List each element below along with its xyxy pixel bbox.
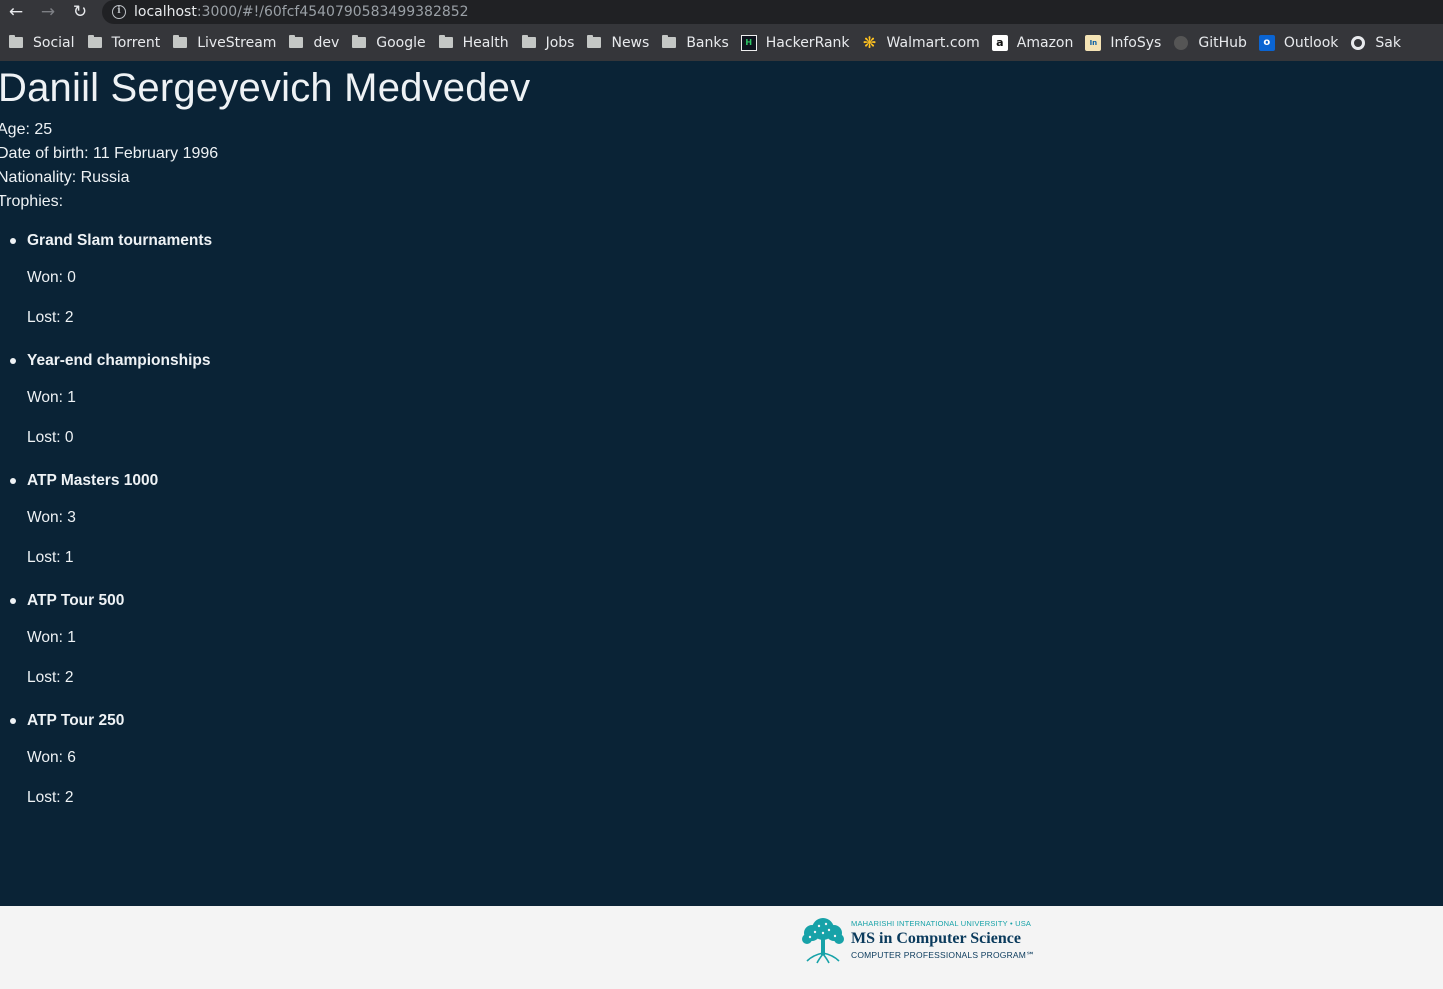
trophy-won: Won: 6 (27, 749, 76, 766)
bookmark-github[interactable]: GitHub (1173, 29, 1255, 57)
bookmark-label: LiveStream (197, 34, 277, 51)
bookmark-news[interactable]: News (586, 29, 657, 57)
bookmark-label: News (611, 34, 650, 51)
trophy-won: Won: 1 (27, 629, 76, 646)
bookmark-livestream[interactable]: LiveStream (172, 29, 284, 57)
bookmark-infosys[interactable]: In InfoSys (1085, 29, 1169, 57)
logo-subtitle: COMPUTER PROFESSIONALS PROGRAM℠ (851, 950, 1035, 960)
trophy-won: Won: 3 (27, 509, 76, 526)
folder-icon (586, 35, 602, 51)
bookmark-label: Sak (1375, 34, 1401, 51)
dob-text: Date of birth: 11 February 1996 (0, 145, 219, 162)
trophy-name: ATP Masters 1000 (27, 472, 159, 489)
tree-logo-icon (802, 918, 844, 964)
bookmark-label: Outlook (1283, 34, 1339, 51)
folder-icon (8, 35, 24, 51)
bookmark-jobs[interactable]: Jobs (521, 29, 583, 57)
reload-icon[interactable]: ↻ (64, 0, 96, 24)
url-host: localhost (134, 4, 197, 20)
hackerrank-icon: H (740, 34, 757, 51)
bookmark-social[interactable]: Social (8, 29, 83, 57)
trophy-lost: Lost: 2 (27, 669, 74, 686)
program-logo[interactable]: MAHARISHI INTERNATIONAL UNIVERSITY • USA… (799, 914, 1039, 966)
bookmarks-bar: Social Torrent LiveStream dev Google Hea… (0, 24, 1443, 61)
url-path: :3000/#!/60fcf4540790583499382852 (196, 4, 469, 20)
outlook-icon: o (1258, 34, 1275, 51)
player-detail: Daniil Sergeyevich Medvedev Age: 25 Date… (0, 61, 1443, 906)
browser-toolbar: ← → ↻ i localhost:3000/#!/60fcf454079058… (0, 0, 1443, 24)
bookmark-google[interactable]: Google (351, 29, 433, 57)
bookmark-health[interactable]: Health (438, 29, 517, 57)
bookmark-label: HackerRank (765, 34, 850, 51)
bookmark-label: dev (313, 34, 340, 51)
bookmark-label: Jobs (545, 34, 575, 51)
trophy-name: Grand Slam tournaments (27, 232, 213, 249)
nationality-text: Nationality: Russia (0, 169, 130, 186)
bookmark-outlook[interactable]: o Outlook (1258, 29, 1347, 57)
trophy-name: ATP Tour 250 (27, 712, 125, 729)
address-bar[interactable]: i localhost:3000/#!/60fcf454079058349938… (102, 0, 1443, 24)
folder-icon (661, 35, 677, 51)
bookmark-label: InfoSys (1110, 34, 1162, 51)
bookmark-walmart[interactable]: ❋ Walmart.com (862, 29, 988, 57)
trophy-name: ATP Tour 500 (27, 592, 125, 609)
page-footer: MAHARISHI INTERNATIONAL UNIVERSITY • USA… (0, 906, 1443, 989)
folder-icon (438, 35, 454, 51)
list-item: ATP Tour 500 Won: 1 Lost: 2 (0, 586, 600, 706)
folder-icon (288, 35, 304, 51)
page-title: Daniil Sergeyevich Medvedev (0, 66, 531, 110)
trophy-lost: Lost: 1 (27, 549, 74, 566)
walmart-icon: ❋ (862, 33, 877, 52)
bookmark-sak[interactable]: Sak (1350, 29, 1409, 57)
bookmark-label: Social (33, 34, 75, 51)
bookmark-label: GitHub (1198, 34, 1247, 51)
trophy-lost: Lost: 2 (27, 789, 74, 806)
bookmark-label: Health (462, 34, 509, 51)
bookmark-hackerrank[interactable]: H HackerRank (740, 29, 858, 57)
infosys-icon: In (1085, 34, 1102, 51)
logo-university: MAHARISHI INTERNATIONAL UNIVERSITY • USA (851, 919, 1032, 928)
folder-icon (172, 35, 188, 51)
amazon-icon: a (991, 34, 1008, 51)
folder-icon (87, 35, 103, 51)
folder-icon (351, 35, 367, 51)
github-icon (1173, 35, 1189, 51)
trophy-won: Won: 0 (27, 269, 76, 286)
list-item: ATP Tour 250 Won: 6 Lost: 2 (0, 706, 600, 826)
trophies-list: Grand Slam tournaments Won: 0 Lost: 2 Ye… (0, 226, 600, 826)
trophy-won: Won: 1 (27, 389, 76, 406)
bookmark-torrent[interactable]: Torrent (87, 29, 169, 57)
list-item: Year-end championships Won: 1 Lost: 0 (0, 346, 600, 466)
bookmark-banks[interactable]: Banks (661, 29, 736, 57)
site-info-icon[interactable]: i (112, 5, 126, 19)
bookmark-label: Google (376, 34, 426, 51)
list-item: Grand Slam tournaments Won: 0 Lost: 2 (0, 226, 600, 346)
back-arrow-icon[interactable]: ← (0, 0, 32, 24)
list-item: ATP Masters 1000 Won: 3 Lost: 1 (0, 466, 600, 586)
bookmark-label: Torrent (111, 34, 161, 51)
bookmark-label: Banks (686, 34, 729, 51)
folder-icon (521, 35, 537, 51)
trophy-lost: Lost: 0 (27, 429, 74, 446)
trophies-label: Trophies: (0, 193, 64, 210)
logo-title: MS in Computer Science (851, 930, 1021, 947)
age-text: Age: 25 (0, 121, 53, 138)
bookmark-amazon[interactable]: a Amazon (991, 29, 1082, 57)
forward-arrow-icon[interactable]: → (32, 0, 64, 24)
bookmark-label: Walmart.com (886, 34, 980, 51)
globe-icon (1350, 35, 1366, 51)
trophy-lost: Lost: 2 (27, 309, 74, 326)
bookmark-dev[interactable]: dev (288, 29, 347, 57)
trophy-name: Year-end championships (27, 352, 211, 369)
bookmark-label: Amazon (1016, 34, 1074, 51)
